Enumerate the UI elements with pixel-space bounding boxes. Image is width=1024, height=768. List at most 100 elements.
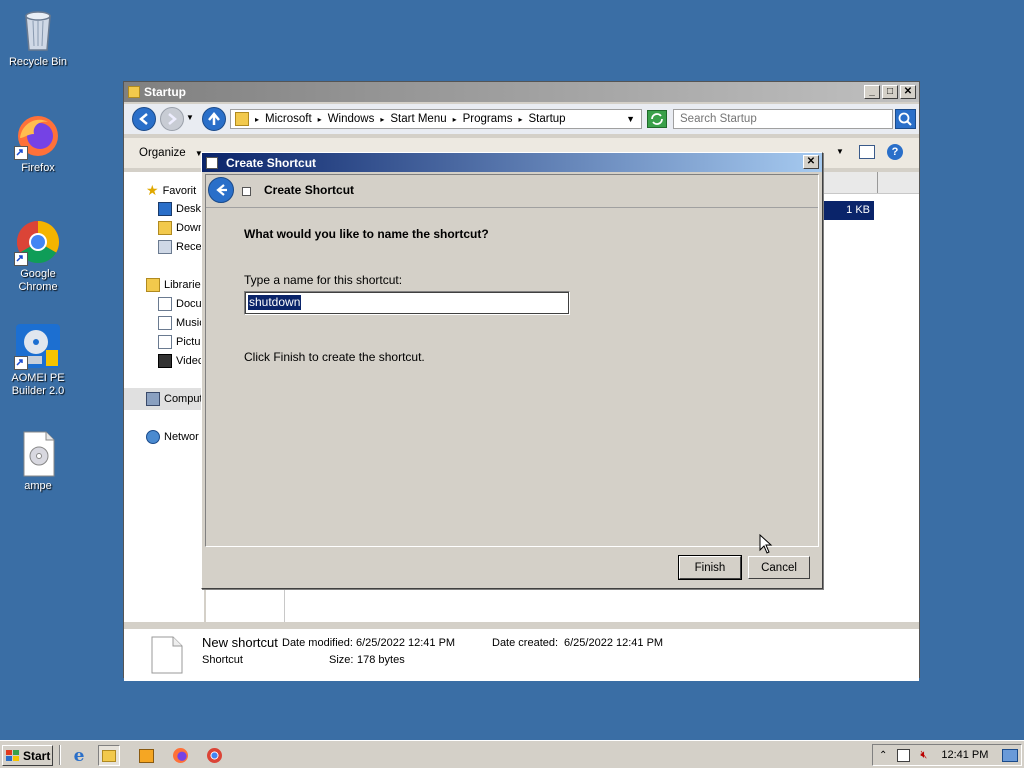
breadcrumb-item[interactable]: Start Menu <box>390 113 446 125</box>
nav-pictures[interactable]: Pictur <box>158 335 204 349</box>
desktop-icon-ampe[interactable]: ampe <box>0 430 76 493</box>
nav-favorites[interactable]: ★ Favorit <box>146 182 196 199</box>
windows-logo-icon <box>6 749 19 761</box>
nav-computer[interactable]: Comput <box>124 388 204 410</box>
nav-label: Docu <box>176 298 202 310</box>
forward-button[interactable] <box>160 107 184 131</box>
folder-icon <box>102 749 116 762</box>
selected-file-row[interactable]: 1 KB <box>823 201 874 220</box>
nav-recent[interactable]: Rece <box>158 240 202 254</box>
chevron-right-icon[interactable]: ▸ <box>380 115 384 124</box>
nav-libraries[interactable]: Librarie <box>146 278 201 292</box>
dialog-close-button[interactable]: ✕ <box>803 155 819 169</box>
taskbar: Start e ⌃ 🔇︎ 12:41 PM <box>0 740 1024 768</box>
desktop-icon-recycle-bin[interactable]: Recycle Bin <box>0 6 76 69</box>
view-options-dropdown[interactable]: ▼ <box>836 147 844 156</box>
chevron-right-icon[interactable]: ▸ <box>518 115 522 124</box>
breadcrumb-item[interactable]: Windows <box>328 113 375 125</box>
media-player-icon <box>138 748 154 763</box>
finish-hint: Click Finish to create the shortcut. <box>244 350 425 364</box>
show-desktop-icon[interactable] <box>1002 748 1019 762</box>
column-header[interactable] <box>823 172 919 194</box>
desktop-icon-chrome[interactable]: Google Chrome <box>0 218 76 294</box>
back-arrow-icon <box>139 113 148 125</box>
folder-icon <box>128 86 140 98</box>
search-button[interactable] <box>895 109 916 129</box>
close-button[interactable]: ✕ <box>900 85 916 99</box>
explorer-titlebar[interactable]: Startup _ □ ✕ <box>124 82 919 102</box>
shortcut-icon <box>206 156 218 169</box>
chevron-right-icon[interactable]: ▸ <box>453 115 457 124</box>
firefox-icon <box>172 748 188 763</box>
nav-label: Librarie <box>164 279 201 291</box>
finish-button[interactable]: Finish <box>678 555 742 580</box>
nav-downloads[interactable]: Down <box>158 221 204 235</box>
start-button[interactable]: Start <box>2 745 53 766</box>
nav-videos[interactable]: Videc <box>158 354 203 368</box>
chevron-right-icon[interactable]: ▸ <box>318 115 322 124</box>
shortcut-name-value: shutdown <box>248 295 302 310</box>
quicklaunch-chrome[interactable] <box>203 745 225 766</box>
maximize-button[interactable]: □ <box>882 85 898 99</box>
dialog-titlebar[interactable]: Create Shortcut <box>202 153 822 172</box>
cancel-button[interactable]: Cancel <box>748 556 810 579</box>
quicklaunch-explorer[interactable] <box>98 745 120 766</box>
system-tray: ⌃ 🔇︎ 12:41 PM <box>872 744 1022 766</box>
date-created-value: 6/25/2022 12:41 PM <box>564 637 664 649</box>
details-file-name: New shortcut <box>202 635 278 650</box>
breadcrumb-item[interactable]: Microsoft <box>265 113 312 125</box>
date-created-label: Date created: <box>492 637 559 649</box>
organize-menu[interactable]: Organize ▼ <box>139 147 203 159</box>
help-icon[interactable]: ? <box>887 144 903 160</box>
dialog-body: Create Shortcut What would you like to n… <box>205 174 819 547</box>
size-label: Size: <box>329 654 354 666</box>
back-arrow-icon <box>216 184 227 196</box>
preview-pane-icon[interactable] <box>859 145 875 159</box>
network-tray-icon[interactable] <box>897 748 911 762</box>
pictures-icon <box>158 335 172 349</box>
file-type-icon <box>151 636 183 674</box>
organize-label: Organize <box>139 147 186 159</box>
star-icon: ★ <box>146 182 159 198</box>
chevron-right-icon[interactable]: ▸ <box>255 115 259 124</box>
wizard-icon <box>242 187 251 196</box>
size-value: 178 bytes <box>357 654 405 666</box>
search-input[interactable] <box>673 109 893 129</box>
refresh-icon <box>651 113 663 125</box>
nav-documents[interactable]: Docu <box>158 297 202 311</box>
wizard-back-button[interactable] <box>208 177 234 203</box>
clock[interactable]: 12:41 PM <box>941 749 988 761</box>
network-icon <box>146 430 160 444</box>
volume-muted-icon[interactable]: 🔇︎ <box>920 749 927 762</box>
breadcrumb-item[interactable]: Startup <box>529 113 566 125</box>
wizard-header: Create Shortcut <box>206 175 818 208</box>
shortcut-name-input[interactable]: shutdown <box>244 291 570 315</box>
desktop-icon-label: Recycle Bin <box>8 56 68 68</box>
chrome-icon <box>206 748 222 763</box>
date-modified-value: 6/25/2022 12:41 PM <box>356 637 456 649</box>
nav-network[interactable]: Networ <box>146 430 199 444</box>
document-icon <box>14 430 62 478</box>
desktop-icon-aomei[interactable]: AOMEI PE Builder 2.0 <box>0 322 76 398</box>
breadcrumb-item[interactable]: Programs <box>463 113 513 125</box>
up-arrow-icon <box>208 112 220 125</box>
navigation-pane: ★ Favorit Deskt Down Rece Librarie Docu … <box>124 172 205 622</box>
tray-expand-icon[interactable]: ⌃ <box>879 750 887 761</box>
window-title: Startup <box>144 85 186 99</box>
quicklaunch-media-player[interactable] <box>135 745 157 766</box>
history-dropdown-icon[interactable]: ▼ <box>186 113 194 122</box>
desktop-icon-label: Firefox <box>21 162 55 174</box>
refresh-button[interactable] <box>647 110 667 128</box>
desktop-icon-firefox[interactable]: Firefox <box>0 112 76 175</box>
back-button[interactable] <box>132 107 156 131</box>
address-dropdown-icon[interactable]: ▼ <box>626 114 635 124</box>
quicklaunch-ie[interactable]: e <box>68 745 90 766</box>
quicklaunch-firefox[interactable] <box>169 745 191 766</box>
breadcrumb[interactable]: ▸ Microsoft ▸ Windows ▸ Start Menu ▸ Pro… <box>230 109 642 129</box>
nav-music[interactable]: Music <box>158 316 205 330</box>
nav-desktop[interactable]: Deskt <box>158 202 204 216</box>
create-shortcut-dialog: Create Shortcut ✕ Create Shortcut What w… <box>201 152 823 589</box>
up-button[interactable] <box>202 107 226 131</box>
dialog-title: Create Shortcut <box>226 155 317 170</box>
minimize-button[interactable]: _ <box>864 85 880 99</box>
